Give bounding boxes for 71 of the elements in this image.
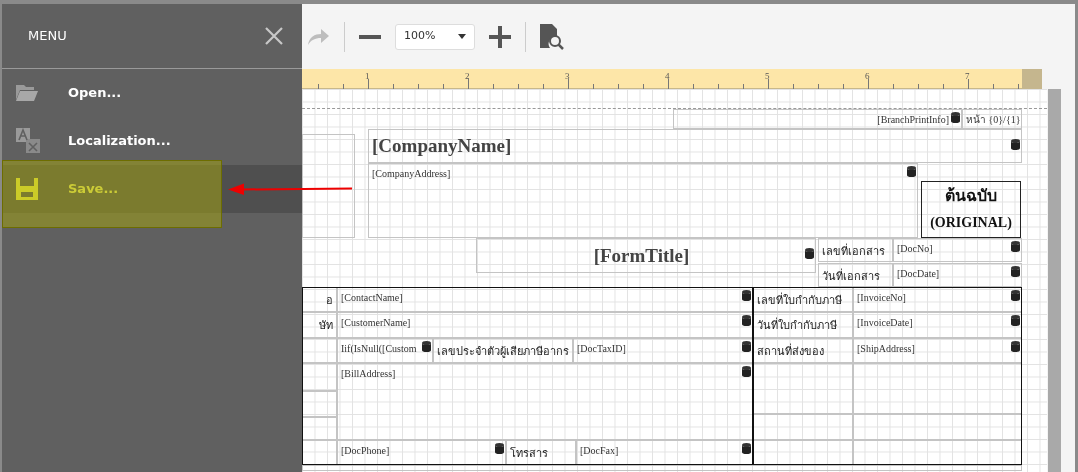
report-field[interactable]: [ShipAddress]	[853, 338, 1022, 363]
report-title[interactable]: [CompanyName]	[368, 129, 1022, 163]
database-icon	[951, 112, 960, 124]
report-label[interactable]: สถานที่ส่งของ	[753, 338, 853, 363]
empty-report-box[interactable]	[302, 391, 337, 417]
folder-icon	[16, 84, 38, 102]
report-field[interactable]: [BranchPrintInfo]	[673, 109, 962, 129]
zoom-dropdown[interactable]: 100%	[395, 23, 475, 50]
caret-icon	[458, 34, 466, 39]
translate-icon	[16, 128, 40, 154]
report-label[interactable]: อ	[302, 287, 337, 312]
menu-item[interactable]: Localization...	[2, 117, 302, 165]
ruler-number: 5	[765, 70, 770, 83]
empty-report-box[interactable]	[302, 338, 337, 363]
database-icon	[742, 341, 751, 353]
report-field[interactable]: [DocPhone]	[337, 440, 506, 465]
report-label[interactable]: วันที่ใบกำกับภาษี	[753, 312, 853, 338]
database-icon	[1011, 266, 1020, 278]
database-icon	[805, 248, 814, 260]
empty-report-box[interactable]	[302, 440, 337, 465]
report-field[interactable]: [DocTaxID]	[573, 338, 753, 363]
database-icon	[1011, 315, 1020, 327]
report-title[interactable]: [FormTitle]	[476, 238, 816, 273]
empty-report-box[interactable]	[302, 417, 337, 440]
report-field[interactable]: [DocDate]	[893, 263, 1022, 287]
database-icon	[742, 366, 751, 378]
report-label[interactable]: เลขที่เอกสาร	[818, 238, 893, 262]
menu-title: MENU	[28, 27, 67, 46]
database-icon	[742, 290, 751, 302]
zoom-in-icon[interactable]	[489, 25, 511, 48]
report-label[interactable]: ษัท	[302, 312, 337, 338]
report-field[interactable]: [ContactName]	[337, 287, 753, 312]
report-field[interactable]: [DocFax]	[576, 440, 753, 465]
database-icon	[1011, 341, 1020, 353]
database-icon	[1011, 290, 1020, 302]
report-field[interactable]: [DocNo]	[893, 238, 1022, 262]
database-icon	[907, 166, 916, 178]
ruler-number: 2	[465, 70, 470, 83]
preview-icon[interactable]	[540, 23, 564, 50]
scrollbar[interactable]	[1048, 89, 1061, 472]
database-icon	[495, 443, 504, 455]
database-icon	[742, 315, 751, 327]
floppy-icon	[16, 178, 38, 200]
report-label[interactable]: วันที่เอกสาร	[818, 263, 893, 287]
report-label[interactable]: เลขประจำตัวผู้เสียภาษีอากร	[433, 338, 573, 363]
stamp-text: (ORIGINAL)	[929, 214, 1013, 232]
report-label[interactable]: เลขที่ใบกำกับภาษี	[753, 287, 853, 312]
zoom-out-icon[interactable]	[359, 34, 381, 39]
report-label[interactable]: โทรสาร	[506, 440, 576, 465]
database-icon	[1011, 241, 1020, 253]
empty-report-box[interactable]	[753, 440, 853, 465]
close-icon[interactable]	[264, 26, 284, 46]
menu-item[interactable]: Open...	[2, 69, 302, 117]
report-field[interactable]: หน้า {0}/{1}	[962, 109, 1022, 129]
empty-report-box[interactable]	[302, 363, 337, 391]
database-icon	[1011, 139, 1020, 151]
report-field[interactable]: [CompanyAddress]	[368, 163, 918, 238]
report-field[interactable]: [InvoiceNo]	[853, 287, 1022, 312]
ruler-number: 1	[365, 70, 370, 83]
stamp-text: ต้นฉบับ	[944, 186, 998, 206]
report-field[interactable]: [CustomerName]	[337, 312, 753, 338]
report-field[interactable]: Iif(IsNull([Custom	[337, 338, 433, 363]
empty-report-box[interactable]	[853, 440, 1022, 465]
database-icon	[742, 443, 751, 455]
ruler-number: 7	[965, 70, 970, 83]
report-field[interactable]: [BillAddress]	[337, 363, 753, 440]
ruler-number: 3	[565, 70, 570, 83]
ruler-number: 6	[865, 70, 870, 83]
ruler-number: 4	[665, 70, 670, 83]
report-field[interactable]: [InvoiceDate]	[853, 312, 1022, 338]
database-icon	[422, 341, 431, 353]
